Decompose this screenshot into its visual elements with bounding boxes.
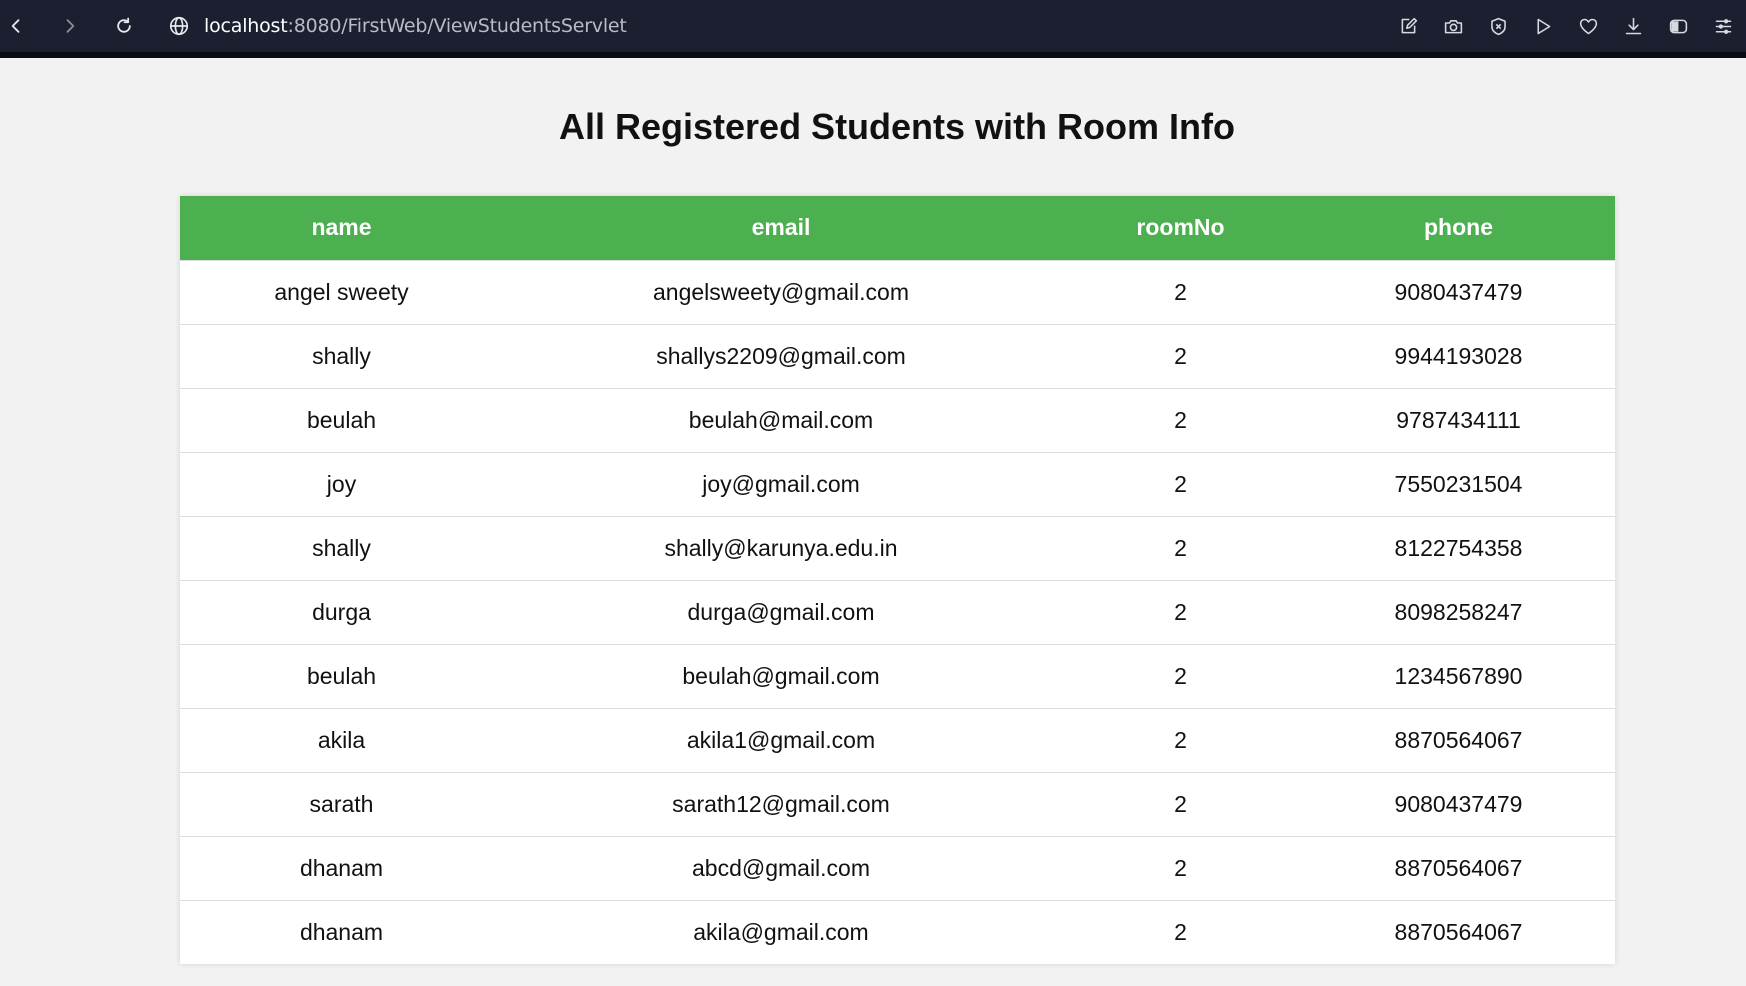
cell-roomno: 2 xyxy=(1174,918,1187,945)
cell-roomno: 2 xyxy=(1174,342,1187,369)
header-phone: phone xyxy=(1424,214,1493,241)
cell-name: angel sweety xyxy=(274,278,409,305)
cell-name: sarath xyxy=(309,790,374,817)
students-table-container: name email roomNo phone angel sweety ang… xyxy=(180,196,1615,964)
table-row: dhanam abcd@gmail.com 2 8870564067 xyxy=(180,836,1615,900)
header-email: email xyxy=(751,214,811,241)
cell-email: shallys2209@gmail.com xyxy=(656,342,906,369)
forward-icon[interactable] xyxy=(58,14,82,38)
cell-phone: 7550231504 xyxy=(1394,470,1523,497)
cell-email: durga@gmail.com xyxy=(687,598,875,625)
cell-phone: 9080437479 xyxy=(1394,278,1523,305)
table-row: shally shallys2209@gmail.com 2 994419302… xyxy=(180,324,1615,388)
cell-email: abcd@gmail.com xyxy=(691,854,871,881)
url-path: :8080/FirstWeb/ViewStudentsServlet xyxy=(287,15,627,37)
cell-phone: 1234567890 xyxy=(1394,662,1523,689)
menu-icon[interactable] xyxy=(1710,13,1736,39)
cell-phone: 8870564067 xyxy=(1394,726,1523,753)
cell-phone: 8870564067 xyxy=(1394,918,1523,945)
table-row: beulah beulah@mail.com 2 9787434111 xyxy=(180,388,1615,452)
cell-roomno: 2 xyxy=(1174,278,1187,305)
reload-icon[interactable] xyxy=(112,14,136,38)
cell-email: joy@gmail.com xyxy=(702,470,860,497)
heart-icon[interactable] xyxy=(1575,13,1601,39)
cell-name: shally xyxy=(312,342,371,369)
cell-phone: 9080437479 xyxy=(1394,790,1523,817)
table-row: joy joy@gmail.com 2 7550231504 xyxy=(180,452,1615,516)
cell-name: akila xyxy=(317,726,366,753)
cell-roomno: 2 xyxy=(1174,662,1187,689)
table-row: dhanam akila@gmail.com 2 8870564067 xyxy=(180,900,1615,964)
cell-phone: 8870564067 xyxy=(1394,854,1523,881)
table-header-row: name email roomNo phone xyxy=(180,196,1615,260)
cell-name: dhanam xyxy=(299,854,384,881)
camera-icon[interactable] xyxy=(1440,13,1466,39)
cell-email: akila1@gmail.com xyxy=(686,726,876,753)
table-row: beulah beulah@gmail.com 2 1234567890 xyxy=(180,644,1615,708)
url-host: localhost xyxy=(204,15,288,37)
cell-email: beulah@gmail.com xyxy=(682,662,880,689)
url-text[interactable]: localhost:8080/FirstWeb/ViewStudentsServ… xyxy=(204,15,627,37)
shield-icon[interactable] xyxy=(1485,13,1511,39)
cell-phone: 8122754358 xyxy=(1394,534,1523,561)
students-table: name email roomNo phone angel sweety ang… xyxy=(180,196,1615,964)
table-row: sarath sarath12@gmail.com 2 9080437479 xyxy=(180,772,1615,836)
table-row: durga durga@gmail.com 2 8098258247 xyxy=(180,580,1615,644)
cell-email: akila@gmail.com xyxy=(693,918,869,945)
download-icon[interactable] xyxy=(1620,13,1646,39)
cell-roomno: 2 xyxy=(1174,790,1187,817)
header-roomno: roomNo xyxy=(1136,214,1225,241)
page-title: All Registered Students with Room Info xyxy=(558,106,1236,147)
address-bar[interactable]: localhost:8080/FirstWeb/ViewStudentsServ… xyxy=(168,11,627,41)
browser-tools xyxy=(1376,0,1746,52)
cell-roomno: 2 xyxy=(1174,726,1187,753)
cell-email: beulah@mail.com xyxy=(688,406,874,433)
cell-name: shally xyxy=(312,534,371,561)
cell-email: angelsweety@gmail.com xyxy=(652,278,909,305)
table-row: angel sweety angelsweety@gmail.com 2 908… xyxy=(180,260,1615,324)
cell-name: joy xyxy=(326,470,357,497)
table-row: shally shally@karunya.edu.in 2 812275435… xyxy=(180,516,1615,580)
cell-email: shally@karunya.edu.in xyxy=(664,534,898,561)
play-icon[interactable] xyxy=(1530,13,1556,39)
cell-name: dhanam xyxy=(299,918,384,945)
browser-toolbar: localhost:8080/FirstWeb/ViewStudentsServ… xyxy=(0,0,1746,58)
edit-icon[interactable] xyxy=(1395,13,1421,39)
cell-phone: 8098258247 xyxy=(1394,598,1523,625)
cell-name: durga xyxy=(312,598,371,625)
cell-phone: 9944193028 xyxy=(1394,342,1523,369)
cell-roomno: 2 xyxy=(1174,534,1187,561)
cell-roomno: 2 xyxy=(1174,406,1187,433)
cell-phone: 9787434111 xyxy=(1396,406,1521,433)
header-name: name xyxy=(311,214,372,241)
cell-name: beulah xyxy=(306,406,377,433)
cell-name: beulah xyxy=(306,662,377,689)
globe-icon xyxy=(168,15,190,37)
cell-roomno: 2 xyxy=(1174,598,1187,625)
sidebar-icon[interactable] xyxy=(1665,13,1691,39)
table-row: akila akila1@gmail.com 2 8870564067 xyxy=(180,708,1615,772)
cell-roomno: 2 xyxy=(1174,854,1187,881)
cell-email: sarath12@gmail.com xyxy=(672,790,890,817)
back-icon[interactable] xyxy=(4,14,28,38)
cell-roomno: 2 xyxy=(1174,470,1187,497)
